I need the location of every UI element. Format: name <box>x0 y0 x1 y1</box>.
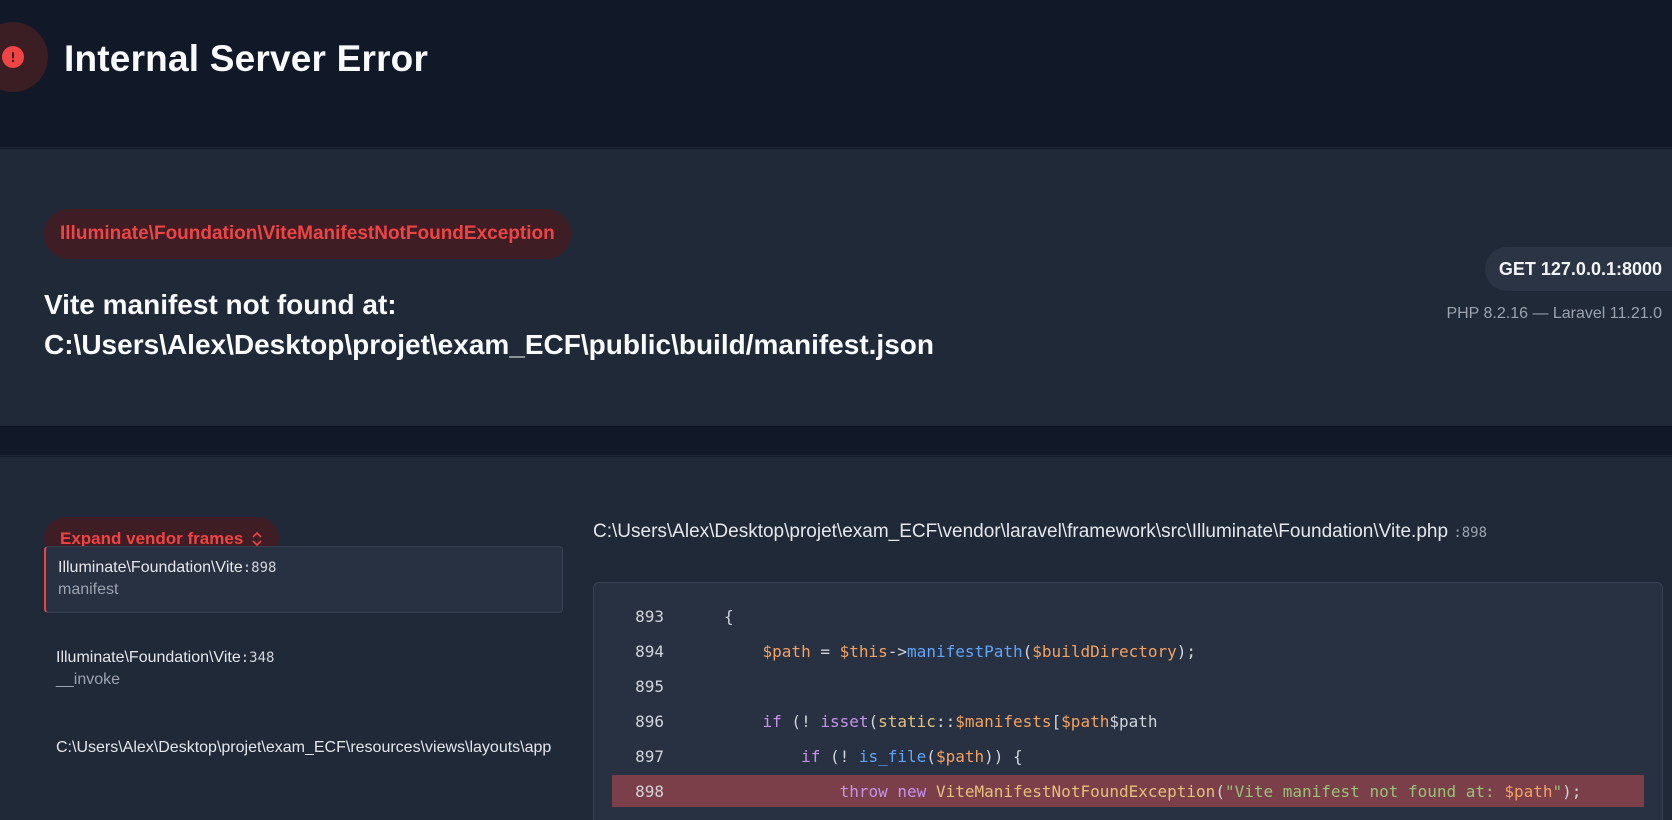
code-line: 896 if (! isset(static::$manifests[$path… <box>612 705 1644 737</box>
code-line: 893 { <box>612 600 1644 632</box>
line-number: 898 <box>635 781 664 801</box>
code-snippet: 893 { 894 $path = $this->manifestPath($b… <box>593 582 1663 820</box>
code-token: if <box>762 711 782 731</box>
code-token: ); <box>1176 641 1197 661</box>
code-line: 895 <box>612 670 1644 702</box>
code-token: static <box>878 711 936 731</box>
stack-trace-section: Expand vendor frames Illuminate\Foundati… <box>0 457 1672 820</box>
code-line-highlighted: 898 throw new ViteManifestNotFoundExcept… <box>612 775 1644 807</box>
code-token: throw <box>839 781 888 801</box>
code-token: if <box>801 746 821 766</box>
code-token: (! <box>781 711 821 731</box>
code-token: $path <box>1504 781 1553 801</box>
code-token: = <box>810 641 840 661</box>
code-token: (! <box>820 746 859 766</box>
code-token: [ <box>1051 711 1062 731</box>
code-line: 897 if (! is_file($path)) { <box>612 740 1644 772</box>
line-number: 897 <box>635 746 664 766</box>
code-token: $path <box>935 746 985 766</box>
code-token: $path <box>762 641 811 661</box>
frame-class: Illuminate\Foundation\Vite <box>58 559 243 576</box>
code-token: $this <box>839 641 888 661</box>
code-token: is_file <box>858 746 927 766</box>
code-token: )) { <box>984 746 1023 766</box>
code-token: :: <box>935 711 956 731</box>
file-path-text: C:\Users\Alex\Desktop\projet\exam_ECF\ve… <box>593 521 1449 542</box>
line-number: 896 <box>635 711 664 731</box>
code-token: $path <box>1061 711 1110 731</box>
code-text: { <box>724 606 734 626</box>
code-token: ( <box>1022 641 1033 661</box>
frame-function: __invoke <box>56 671 121 688</box>
source-file-path: C:\Users\Alex\Desktop\projet\exam_ECF\ve… <box>593 521 1487 543</box>
code-token: ViteManifestNotFoundException <box>935 781 1216 801</box>
code-token: " <box>1552 781 1563 801</box>
stack-frame[interactable]: Illuminate\Foundation\Vite:898 manifest <box>44 546 563 613</box>
section-divider <box>0 428 1672 456</box>
page-title: Internal Server Error <box>64 38 429 79</box>
request-badge: GET 127.0.0.1:8000 <box>1484 247 1672 291</box>
top-bar: Internal Server Error <box>0 0 1672 148</box>
exception-class-badge[interactable]: Illuminate\Foundation\ViteManifestNotFou… <box>44 209 571 259</box>
code-token: isset <box>820 711 869 731</box>
code-token: $manifests <box>955 711 1052 731</box>
code-token: $buildDirectory <box>1032 641 1177 661</box>
code-token: manifestPath <box>907 641 1023 661</box>
code-line: 894 $path = $this->manifestPath($buildDi… <box>612 635 1644 667</box>
frame-line: :898 <box>242 560 277 576</box>
code-token: ( <box>868 711 879 731</box>
exception-message: Vite manifest not found at: C:\Users\Ale… <box>44 289 934 360</box>
line-number: 895 <box>635 676 664 696</box>
stack-frame[interactable]: Illuminate\Foundation\Vite:348 __invoke <box>44 637 563 704</box>
code-token: -> <box>887 641 908 661</box>
frame-class: C:\Users\Alex\Desktop\projet\exam_ECF\re… <box>56 739 551 756</box>
code-token: ( <box>926 746 936 766</box>
exception-header: Illuminate\Foundation\ViteManifestNotFou… <box>0 149 1672 427</box>
code-token: $path <box>1109 711 1158 731</box>
version-info: PHP 8.2.16 — Laravel 11.21.0 <box>1446 305 1662 322</box>
code-token: ( <box>1215 781 1225 801</box>
frame-line: :348 <box>240 650 275 666</box>
exclamation-icon <box>2 46 24 68</box>
code-token: "Vite manifest not found at: <box>1224 781 1505 801</box>
code-token: new <box>897 781 927 801</box>
stack-frame[interactable]: C:\Users\Alex\Desktop\projet\exam_ECF\re… <box>44 727 563 794</box>
error-badge <box>0 22 48 92</box>
code-token: ); <box>1562 781 1582 801</box>
line-number: 893 <box>635 606 664 626</box>
frame-function: manifest <box>58 581 119 598</box>
frame-class: Illuminate\Foundation\Vite <box>56 649 241 666</box>
line-number: 894 <box>635 641 664 661</box>
file-line-number: :898 <box>1453 525 1488 541</box>
